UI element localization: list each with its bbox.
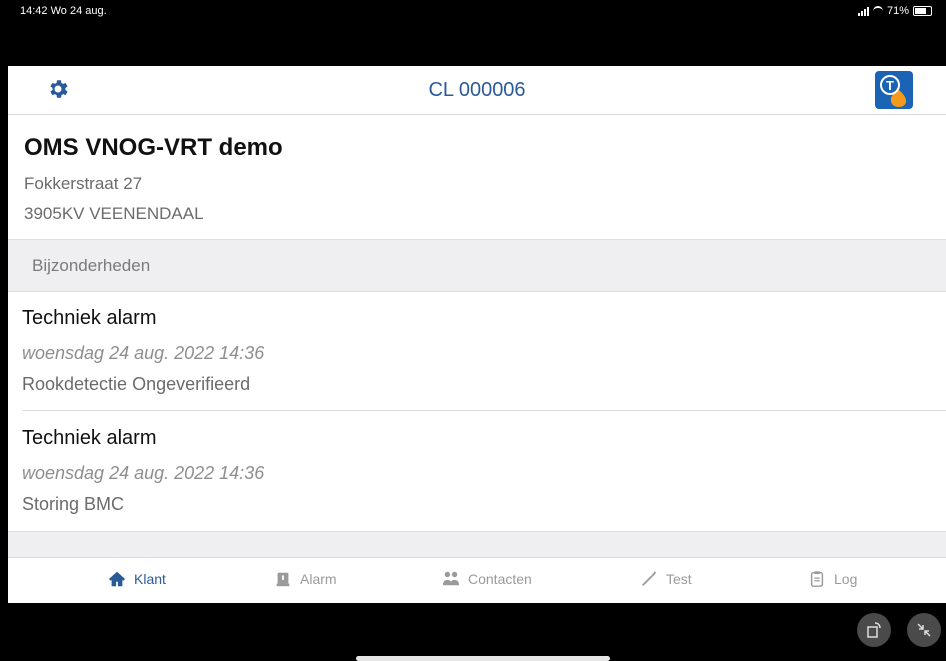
customer-street: Fokkerstraat 27 bbox=[24, 174, 143, 193]
nav-bar: CL 000006 T bbox=[8, 66, 946, 115]
customer-name: OMS VNOG-VRT demo bbox=[24, 134, 283, 161]
system-bottom-bar bbox=[0, 603, 946, 661]
app-logo: T bbox=[875, 71, 913, 109]
alarm-description: Rookdetectie Ongeverifieerd bbox=[22, 374, 251, 394]
battery-percent: 71% bbox=[886, 5, 909, 17]
alarm-item[interactable]: Techniek alarm woensdag 24 aug. 2022 14:… bbox=[22, 411, 946, 529]
rotate-button[interactable] bbox=[857, 613, 891, 647]
tab-label: Alarm bbox=[300, 571, 337, 587]
alarm-date: woensdag 24 aug. 2022 14:36 bbox=[22, 343, 265, 363]
logo-icon: T bbox=[880, 75, 906, 107]
alarm-date: woensdag 24 aug. 2022 14:36 bbox=[22, 463, 265, 483]
tab-label: Test bbox=[666, 571, 692, 587]
app-window: CL 000006 T OMS VNOG-VRT demo Fokkerstra… bbox=[8, 66, 946, 603]
rotate-icon bbox=[867, 622, 881, 638]
home-indicator[interactable] bbox=[356, 656, 610, 661]
status-bar: 14:42 Wo 24 aug. 71% bbox=[0, 0, 946, 66]
alarm-description: Storing BMC bbox=[22, 494, 125, 514]
customer-info: OMS VNOG-VRT demo Fokkerstraat 27 3905KV… bbox=[24, 134, 283, 234]
battery-icon bbox=[913, 6, 932, 16]
test-icon bbox=[642, 571, 657, 586]
status-indicators: 71% bbox=[857, 5, 932, 17]
home-icon bbox=[108, 571, 126, 587]
tab-bar: Klant Alarm Contacten Test Log bbox=[8, 557, 946, 603]
signal-icon bbox=[857, 6, 869, 16]
logo-letter: T bbox=[886, 78, 894, 93]
status-time-date: 14:42 Wo 24 aug. bbox=[20, 5, 107, 17]
tab-label: Klant bbox=[134, 571, 166, 587]
tab-contacten[interactable]: Contacten bbox=[442, 570, 532, 588]
alarm-title: Techniek alarm bbox=[22, 427, 157, 449]
minimize-button[interactable] bbox=[907, 613, 941, 647]
contacts-icon bbox=[442, 571, 460, 586]
tab-label: Contacten bbox=[468, 571, 532, 587]
tab-alarm[interactable]: Alarm bbox=[274, 570, 337, 588]
wifi-icon bbox=[872, 6, 883, 16]
status-date: Wo 24 aug. bbox=[50, 5, 107, 17]
alarm-icon bbox=[276, 572, 290, 587]
tab-label: Log bbox=[834, 571, 858, 587]
customer-city: 3905KV VEENENDAAL bbox=[24, 204, 204, 223]
tab-log[interactable]: Log bbox=[808, 570, 857, 588]
tab-klant[interactable]: Klant bbox=[108, 570, 166, 588]
page-title: CL 000006 bbox=[428, 79, 526, 101]
collapse-icon bbox=[917, 623, 931, 637]
list-footer bbox=[8, 531, 946, 558]
clipboard-icon bbox=[810, 571, 824, 587]
tab-test[interactable]: Test bbox=[640, 570, 692, 588]
section-label: Bijzonderheden bbox=[32, 256, 151, 275]
section-header: Bijzonderheden bbox=[8, 239, 946, 292]
status-time: 14:42 bbox=[20, 5, 48, 17]
alarm-title: Techniek alarm bbox=[22, 307, 157, 329]
alarm-item[interactable]: Techniek alarm woensdag 24 aug. 2022 14:… bbox=[22, 291, 946, 409]
